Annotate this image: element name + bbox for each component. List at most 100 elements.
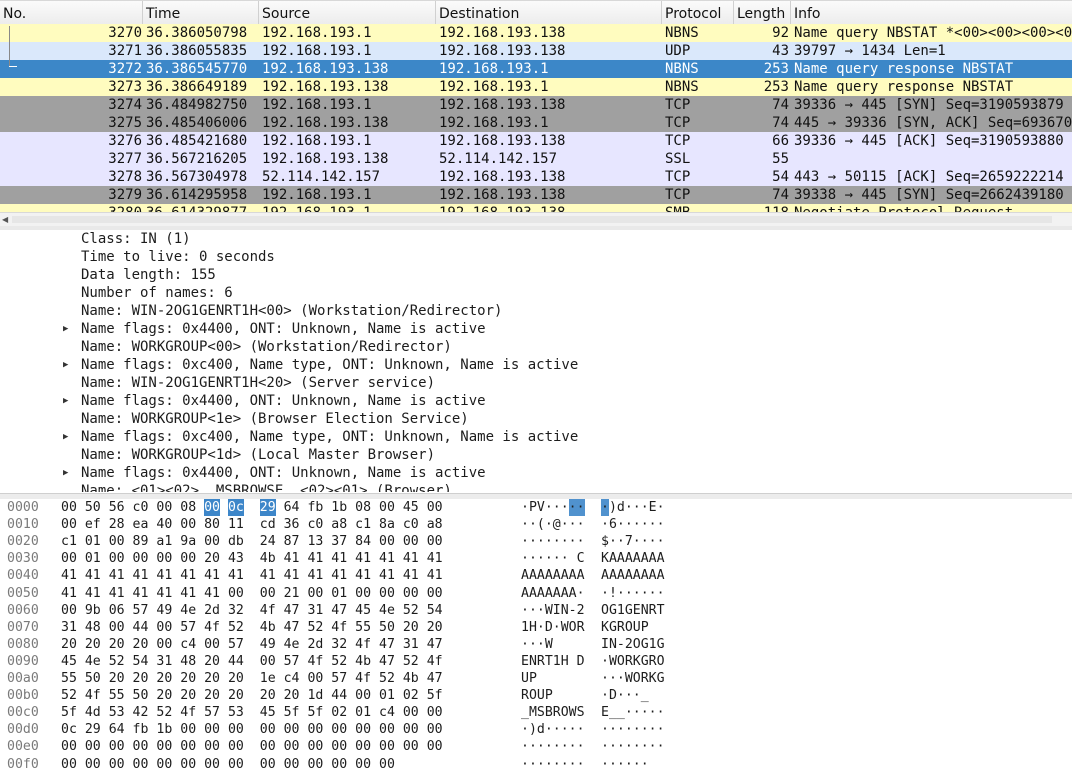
hex-byte[interactable]: 53 xyxy=(109,704,125,721)
hex-byte[interactable]: 1e xyxy=(260,670,276,687)
hex-byte[interactable]: 49 xyxy=(260,636,276,653)
packet-row[interactable]: 3276 36.485421680 192.168.193.1 192.168.193… xyxy=(0,132,1072,150)
ascii-left[interactable]: ···W xyxy=(521,636,553,653)
hex-byte[interactable]: 4f xyxy=(180,704,196,721)
hex-byte[interactable]: 00 xyxy=(379,738,395,755)
ascii-left[interactable]: AAAAAAAA xyxy=(521,567,585,584)
column-header-destination[interactable]: Destination xyxy=(436,1,662,25)
hex-byte[interactable]: 84 xyxy=(355,533,371,550)
hex-byte[interactable]: 47 xyxy=(427,636,443,653)
hex-byte[interactable]: 57 xyxy=(284,653,300,670)
column-header-source[interactable]: Source xyxy=(259,1,436,25)
hex-byte[interactable]: 01 xyxy=(85,550,101,567)
hex-byte[interactable]: 00 xyxy=(204,499,220,516)
hex-byte[interactable]: 20 xyxy=(180,670,196,687)
hex-byte[interactable]: 00 xyxy=(379,499,395,516)
hex-byte[interactable]: 00 xyxy=(204,721,220,738)
hex-byte[interactable]: 00 xyxy=(85,738,101,755)
detail-tree-item[interactable]: Name: WORKGROUP<00> (Workstation/Redirec… xyxy=(0,338,1072,356)
ascii-right[interactable]: KAAAAAAA xyxy=(601,550,665,567)
hex-byte[interactable]: 00 xyxy=(228,585,244,602)
hex-byte[interactable]: 00 xyxy=(85,756,101,773)
hex-byte[interactable]: 41 xyxy=(355,567,371,584)
hex-byte[interactable]: c1 xyxy=(355,516,371,533)
hex-byte[interactable]: 41 xyxy=(403,550,419,567)
hex-byte[interactable]: 4b xyxy=(403,670,419,687)
hex-byte[interactable]: 8a xyxy=(379,516,395,533)
hex-byte[interactable]: 00 xyxy=(180,738,196,755)
hex-byte[interactable]: 20 xyxy=(284,687,300,704)
hex-byte[interactable]: 00 xyxy=(379,533,395,550)
scrollbar-thumb[interactable] xyxy=(12,216,1052,223)
hex-byte[interactable]: 4e xyxy=(284,636,300,653)
hex-byte[interactable]: 47 xyxy=(427,670,443,687)
hex-byte[interactable]: 00 xyxy=(403,704,419,721)
hex-byte[interactable]: 24 xyxy=(260,533,276,550)
hex-byte[interactable]: 40 xyxy=(156,516,172,533)
hex-byte[interactable]: 57 xyxy=(133,602,149,619)
hex-byte[interactable]: 4e xyxy=(180,602,196,619)
hex-byte[interactable]: 00 xyxy=(427,585,443,602)
hex-byte[interactable]: 47 xyxy=(331,602,347,619)
hex-byte[interactable]: a1 xyxy=(156,533,172,550)
detail-tree-item[interactable]: Data length: 155 xyxy=(0,266,1072,284)
packet-details-pane[interactable]: Class: IN (1) Time to live: 0 seconds Data… xyxy=(0,230,1072,492)
packet-row[interactable]: 3280 36.614329877 192.168.193.1192.168.193… xyxy=(0,204,1072,212)
hex-byte[interactable]: 52 xyxy=(61,687,77,704)
hex-byte[interactable]: 36 xyxy=(284,516,300,533)
scroll-left-arrow-icon[interactable]: ◀ xyxy=(2,215,8,224)
detail-tree-item[interactable]: Time to live: 0 seconds xyxy=(0,248,1072,266)
hex-byte[interactable]: 4f xyxy=(260,602,276,619)
hex-byte[interactable]: 47 xyxy=(379,636,395,653)
hex-byte[interactable]: c0 xyxy=(133,499,149,516)
hex-byte[interactable]: 41 xyxy=(307,550,323,567)
ascii-right[interactable]: ·!······ xyxy=(601,585,665,602)
column-header-length[interactable]: Length xyxy=(734,1,791,25)
hex-byte[interactable]: 01 xyxy=(355,704,371,721)
hex-byte[interactable]: 50 xyxy=(85,499,101,516)
ascii-left[interactable]: AAAAAAA· xyxy=(521,585,585,602)
packet-row[interactable]: 3275 36.485406006 192.168.193.138 192.168.1… xyxy=(0,114,1072,132)
hex-byte[interactable]: 41 xyxy=(204,567,220,584)
hex-byte[interactable]: 41 xyxy=(228,567,244,584)
hex-byte[interactable]: 5f xyxy=(427,687,443,704)
hex-byte[interactable]: 00 xyxy=(284,756,300,773)
hex-byte[interactable]: 31 xyxy=(403,636,419,653)
hex-byte[interactable]: 52 xyxy=(331,653,347,670)
hex-byte[interactable]: 41 xyxy=(180,585,196,602)
hex-byte[interactable]: 31 xyxy=(61,619,77,636)
hex-byte[interactable]: 02 xyxy=(403,687,419,704)
ascii-left[interactable]: ENRT1H D xyxy=(521,653,585,670)
hex-byte[interactable]: 57 xyxy=(180,619,196,636)
detail-tree-item[interactable]: Name: WIN-2OG1GENRT1H<20> (Server servic… xyxy=(0,374,1072,392)
hex-byte[interactable]: 20 xyxy=(228,687,244,704)
hex-byte[interactable]: 00 xyxy=(156,756,172,773)
expand-arrow-icon[interactable]: ▶ xyxy=(63,428,68,446)
ascii-left[interactable]: ········ xyxy=(521,533,585,550)
hex-byte[interactable]: 0c xyxy=(227,499,244,516)
ascii-left[interactable]: ···WIN-2 xyxy=(521,602,585,619)
hex-byte[interactable]: 47 xyxy=(379,653,395,670)
ascii-left[interactable]: ··(·@··· xyxy=(521,516,585,533)
hex-byte[interactable]: 4b xyxy=(355,653,371,670)
hex-byte[interactable]: 00 xyxy=(180,756,196,773)
ascii-right[interactable]: ·WORKGRO xyxy=(601,653,665,670)
hex-byte[interactable]: 4f xyxy=(204,619,220,636)
hex-byte[interactable]: 20 xyxy=(156,687,172,704)
hex-byte[interactable]: 4b xyxy=(260,550,276,567)
hex-byte[interactable]: 00 xyxy=(156,738,172,755)
hex-byte[interactable]: 44 xyxy=(228,653,244,670)
hex-byte[interactable]: 13 xyxy=(307,533,323,550)
hex-byte[interactable]: 4f xyxy=(355,636,371,653)
hex-byte[interactable]: 45 xyxy=(61,653,77,670)
hex-byte[interactable]: 41 xyxy=(284,550,300,567)
packet-row[interactable]: 3274 36.484982750 192.168.193.1 192.168.193… xyxy=(0,96,1072,114)
hex-byte[interactable]: 20 xyxy=(427,619,443,636)
hex-byte[interactable]: 00 xyxy=(355,738,371,755)
hex-byte[interactable]: 01 xyxy=(85,533,101,550)
hex-byte[interactable]: 5f xyxy=(307,704,323,721)
hex-byte[interactable]: 28 xyxy=(109,516,125,533)
hex-byte[interactable]: 47 xyxy=(284,602,300,619)
hex-byte[interactable]: 00 xyxy=(133,756,149,773)
hex-byte[interactable]: 49 xyxy=(156,602,172,619)
